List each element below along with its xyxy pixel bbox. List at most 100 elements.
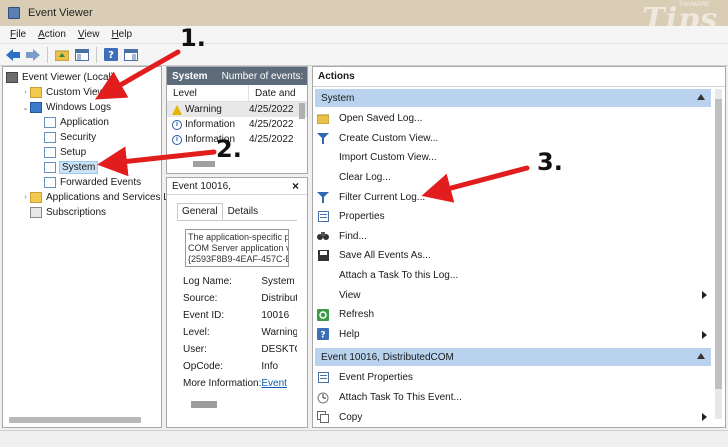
detail-horizontal-scrollbar[interactable] xyxy=(191,401,217,408)
action-label: Attach a Task To this Log... xyxy=(339,270,459,282)
tree-item-label: Security xyxy=(60,132,97,143)
toolbar: ? xyxy=(0,44,728,66)
section-label: Event 10016, DistributedCOM xyxy=(321,351,454,363)
help-icon[interactable]: ? xyxy=(103,47,119,63)
collapse-arrow-icon[interactable] xyxy=(697,353,705,360)
tree-item-forwarded-events[interactable]: Forwarded Events xyxy=(3,175,161,190)
title-bar: Event Viewer THAIWARE Tips xyxy=(0,0,728,37)
column-date[interactable]: Date and xyxy=(249,85,297,101)
menu-help[interactable]: Help xyxy=(105,29,138,40)
expand-toggle-icon[interactable]: ⌄ xyxy=(21,104,30,112)
actions-title: Actions xyxy=(313,67,725,87)
column-level[interactable]: Level xyxy=(167,85,249,101)
action-attach-task-to-this-event[interactable]: Attach Task To This Event... xyxy=(313,388,725,408)
action-properties[interactable]: Properties xyxy=(313,207,725,227)
action-clear-log[interactable]: Clear Log... xyxy=(313,168,725,188)
action-create-custom-view[interactable]: Create Custom View... xyxy=(313,129,725,149)
actions-pane: Actions System Open Saved Log... Create C… xyxy=(312,66,726,428)
collapse-arrow-icon[interactable] xyxy=(697,94,705,100)
toolbar-separator xyxy=(96,46,97,63)
show-hide-action-pane-icon[interactable] xyxy=(123,47,139,63)
action-save-all-events-as[interactable]: Save All Events As... xyxy=(313,246,725,266)
tab-details[interactable]: Details xyxy=(223,203,264,220)
date-cell: 4/25/2022 xyxy=(249,134,293,145)
action-filter-current-log[interactable]: Filter Current Log... xyxy=(313,187,725,207)
information-icon: i xyxy=(172,134,182,145)
action-label: Copy xyxy=(339,411,363,423)
property-label: Source: xyxy=(183,293,218,304)
expand-toggle-icon[interactable]: › xyxy=(21,194,30,201)
menu-mnemonic: H xyxy=(111,29,119,40)
property-label: More Information: xyxy=(183,378,262,389)
property-label: Event ID: xyxy=(183,310,225,321)
tree-item-applications-and-services-log[interactable]: › Applications and Services Log xyxy=(3,190,180,205)
action-open-saved-log[interactable]: Open Saved Log... xyxy=(313,109,725,129)
menu-mnemonic: A xyxy=(38,29,45,40)
level-text: Information xyxy=(185,119,236,130)
tree-horizontal-scrollbar[interactable] xyxy=(9,417,141,423)
action-label: Open Saved Log... xyxy=(339,113,423,125)
action-label: Filter Current Log... xyxy=(339,191,426,203)
tree-item-windows-logs[interactable]: ⌄ Windows Logs xyxy=(3,100,161,115)
scrollbar-thumb[interactable] xyxy=(715,99,722,389)
blank-icon xyxy=(317,152,329,164)
expand-toggle-icon[interactable]: › xyxy=(21,89,30,96)
close-icon[interactable]: × xyxy=(292,179,299,193)
help-icon: ? xyxy=(317,328,329,341)
action-label: Import Custom View... xyxy=(339,152,437,164)
menu-view[interactable]: View xyxy=(72,29,106,40)
actions-vertical-scrollbar[interactable] xyxy=(715,89,722,419)
log-icon xyxy=(44,132,56,143)
blank-icon xyxy=(317,289,329,301)
action-import-custom-view[interactable]: Import Custom View... xyxy=(313,148,725,168)
folder-icon xyxy=(30,192,42,203)
tree-item-event-viewer-local-[interactable]: Event Viewer (Local) xyxy=(3,70,161,85)
actions-section-system[interactable]: System xyxy=(315,89,711,107)
menu-label-rest: ction xyxy=(44,29,66,40)
show-hide-tree-icon[interactable] xyxy=(74,47,90,63)
action-view[interactable]: View xyxy=(313,285,725,305)
description-line: COM Server application v xyxy=(188,243,289,253)
warning-icon xyxy=(172,104,182,115)
property-value: 10016 xyxy=(261,310,290,321)
forward-arrow-icon[interactable] xyxy=(25,47,41,63)
action-attach-a-task-to-this-log[interactable]: Attach a Task To this Log... xyxy=(313,266,725,286)
table-row[interactable]: Warning 4/25/2022 xyxy=(167,102,307,117)
menu-label-rest: iew xyxy=(84,29,100,40)
action-help[interactable]: ? Help xyxy=(313,325,725,345)
action-copy[interactable]: Copy xyxy=(313,407,725,427)
action-event-properties[interactable]: Event Properties xyxy=(313,368,725,388)
menu-label-rest: elp xyxy=(118,29,133,40)
event-detail-title-bar: Event 10016, × xyxy=(167,178,307,195)
event-count-label: Number of events: xyxy=(221,70,304,82)
action-find[interactable]: Find... xyxy=(313,227,725,247)
blank-icon xyxy=(317,172,329,184)
tree-item-system[interactable]: System xyxy=(3,160,161,175)
table-row[interactable]: i Information 4/25/2022 xyxy=(167,117,307,132)
events-vertical-scrollbar[interactable] xyxy=(299,103,305,119)
events-list-header: Level Date and xyxy=(167,85,307,102)
actions-section-event[interactable]: Event 10016, DistributedCOM xyxy=(315,348,711,367)
status-bar xyxy=(0,430,728,447)
tab-general[interactable]: General xyxy=(177,203,223,220)
tree-item-application[interactable]: Application xyxy=(3,115,161,130)
event-log-online-help-link[interactable]: Event xyxy=(261,378,297,389)
log-name: System xyxy=(172,70,208,82)
action-label: View xyxy=(339,289,361,301)
tree-item-subscriptions[interactable]: Subscriptions xyxy=(3,205,161,220)
action-refresh[interactable]: Refresh xyxy=(313,305,725,325)
annotation-number-2: 2. xyxy=(216,135,242,163)
property-label: Level: xyxy=(183,327,210,338)
up-folder-icon[interactable] xyxy=(54,47,70,63)
tree-item-security[interactable]: Security xyxy=(3,130,161,145)
tree-item-custom-views[interactable]: › Custom Views xyxy=(3,85,161,100)
log-icon xyxy=(44,177,56,188)
back-arrow-icon[interactable] xyxy=(5,47,21,63)
events-horizontal-scrollbar[interactable] xyxy=(193,161,215,167)
property-value: Info xyxy=(261,361,279,372)
menu-action[interactable]: Action xyxy=(32,29,72,40)
menu-file[interactable]: File xyxy=(4,29,32,40)
level-cell: Warning xyxy=(167,104,249,115)
tree-item-label: Applications and Services Log xyxy=(46,192,180,203)
tree-item-setup[interactable]: Setup xyxy=(3,145,161,160)
